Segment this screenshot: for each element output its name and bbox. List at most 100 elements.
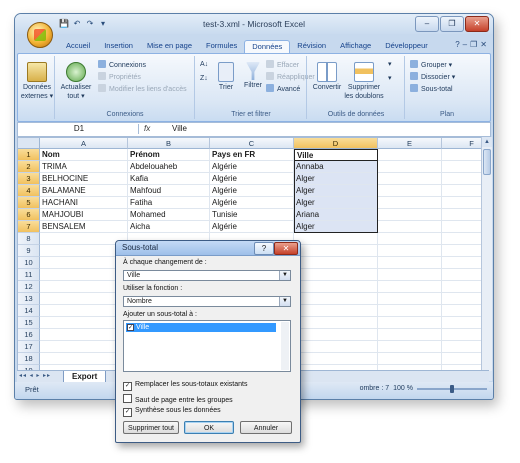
cell-b1[interactable]: Prénom (128, 149, 210, 161)
cell-d17[interactable] (294, 341, 378, 353)
checkbox-empty-icon[interactable] (123, 394, 132, 403)
cancel-button[interactable]: Annuler (240, 421, 292, 434)
sort-za-button[interactable]: Z↓ (200, 74, 208, 84)
help-icon[interactable]: ? (254, 242, 274, 255)
cell-e18[interactable] (378, 353, 442, 365)
cell-e3[interactable] (378, 173, 442, 185)
connexions-button[interactable]: Connexions (98, 60, 146, 71)
cell-f3[interactable] (442, 173, 483, 185)
cell-b2[interactable]: Abdelouaheb (128, 161, 210, 173)
cell-e12[interactable] (378, 281, 442, 293)
cell-f10[interactable] (442, 257, 483, 269)
cell-d12[interactable] (294, 281, 378, 293)
row-header-2[interactable]: 2 (18, 161, 40, 173)
cell-d4[interactable]: Alger (294, 185, 378, 197)
cell-d8[interactable] (294, 233, 378, 245)
cell-e4[interactable] (378, 185, 442, 197)
cell-a3[interactable]: BELHOCINE (40, 173, 128, 185)
cell-d11[interactable] (294, 269, 378, 281)
sort-az-button[interactable]: A↓ (200, 60, 208, 70)
cell-f12[interactable] (442, 281, 483, 293)
consolidate-button[interactable]: ▾ (388, 74, 392, 84)
cell-e16[interactable] (378, 329, 442, 341)
cell-e10[interactable] (378, 257, 442, 269)
cell-c7[interactable]: Algérie (210, 221, 294, 233)
column-header-e[interactable]: E (378, 138, 442, 149)
replace-subtotals-checkbox[interactable]: ✓ Remplacer les sous-totaux existants (123, 381, 247, 391)
cell-f2[interactable] (442, 161, 483, 173)
row-header-7[interactable]: 7 (18, 221, 40, 233)
row-header-13[interactable]: 13 (18, 293, 40, 305)
cell-c6[interactable]: Tunisie (210, 209, 294, 221)
row-header-17[interactable]: 17 (18, 341, 40, 353)
cell-f16[interactable] (442, 329, 483, 341)
scroll-thumb[interactable] (483, 149, 491, 175)
select-all-corner[interactable] (18, 138, 40, 149)
cell-b5[interactable]: Fatiha (128, 197, 210, 209)
cell-d10[interactable] (294, 257, 378, 269)
cell-b6[interactable]: Mohamed (128, 209, 210, 221)
row-header-12[interactable]: 12 (18, 281, 40, 293)
list-scrollbar[interactable] (281, 322, 289, 370)
name-box[interactable]: D1 (20, 124, 139, 134)
zoom-slider[interactable] (417, 384, 487, 393)
page-break-checkbox[interactable]: Saut de page entre les groupes (123, 394, 233, 404)
cell-e6[interactable] (378, 209, 442, 221)
cell-f18[interactable] (442, 353, 483, 365)
cell-f1[interactable] (442, 149, 483, 161)
cell-f6[interactable] (442, 209, 483, 221)
row-header-10[interactable]: 10 (18, 257, 40, 269)
fx-icon[interactable]: fx (144, 123, 150, 135)
cell-f14[interactable] (442, 305, 483, 317)
cell-e5[interactable] (378, 197, 442, 209)
formula-input[interactable]: Ville (172, 123, 187, 135)
tab-developpeur[interactable]: Développeur (378, 40, 435, 52)
cell-e15[interactable] (378, 317, 442, 329)
cell-f4[interactable] (442, 185, 483, 197)
cell-b3[interactable]: Kafia (128, 173, 210, 185)
ok-button[interactable]: OK (184, 421, 234, 434)
cell-d2[interactable]: Annaba (294, 161, 378, 173)
column-header-d[interactable]: D (294, 138, 378, 149)
row-header-9[interactable]: 9 (18, 245, 40, 257)
column-header-f[interactable]: F (442, 138, 483, 149)
workbook-restore-icon[interactable]: ❐ (470, 40, 477, 49)
cell-c4[interactable]: Algérie (210, 185, 294, 197)
workbook-close-icon[interactable]: ✕ (480, 40, 487, 49)
advanced-filter-button[interactable]: Avancé (266, 84, 300, 95)
summary-below-checkbox[interactable]: ✓ Synthèse sous les données (123, 407, 221, 417)
cell-f7[interactable] (442, 221, 483, 233)
cell-c5[interactable]: Algérie (210, 197, 294, 209)
add-subtotal-list[interactable]: ✓ Ville (123, 320, 291, 372)
remove-duplicates-button[interactable]: Supprimer les doublons (344, 62, 384, 101)
cell-e2[interactable] (378, 161, 442, 173)
cell-d5[interactable]: Alger (294, 197, 378, 209)
zoom-level[interactable]: 100 % (393, 385, 413, 392)
tab-affichage[interactable]: Affichage (333, 40, 378, 52)
row-header-14[interactable]: 14 (18, 305, 40, 317)
cell-d3[interactable]: Alger (294, 173, 378, 185)
external-data-button[interactable]: Données externes ▾ (20, 62, 54, 101)
scroll-up-icon[interactable]: ▲ (482, 137, 492, 147)
cell-d7[interactable]: Alger (294, 221, 378, 233)
cell-d9[interactable] (294, 245, 378, 257)
change-select[interactable]: Ville ▼ (123, 270, 291, 281)
column-header-a[interactable]: A (40, 138, 128, 149)
subtotal-button[interactable]: Sous-total (410, 84, 453, 95)
cell-f9[interactable] (442, 245, 483, 257)
cell-d16[interactable] (294, 329, 378, 341)
help-icon[interactable]: ? (455, 40, 459, 49)
cell-d14[interactable] (294, 305, 378, 317)
row-header-16[interactable]: 16 (18, 329, 40, 341)
tab-formules[interactable]: Formules (199, 40, 244, 52)
cell-e17[interactable] (378, 341, 442, 353)
minimize-button[interactable]: – (415, 16, 439, 32)
close-button[interactable]: ✕ (465, 16, 489, 32)
row-header-11[interactable]: 11 (18, 269, 40, 281)
tab-accueil[interactable]: Accueil (59, 40, 97, 52)
cell-d1[interactable]: Ville (294, 149, 378, 161)
cell-e13[interactable] (378, 293, 442, 305)
column-header-b[interactable]: B (128, 138, 210, 149)
workbook-minimize-icon[interactable]: – (463, 40, 467, 49)
cell-e14[interactable] (378, 305, 442, 317)
